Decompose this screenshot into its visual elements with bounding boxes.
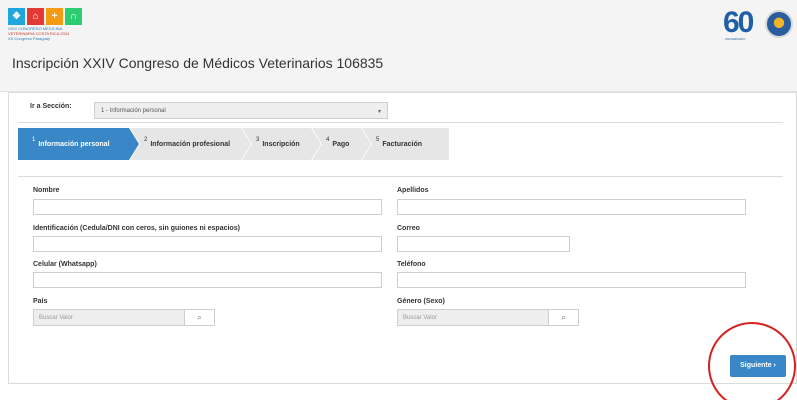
search-icon[interactable]: ⌕ xyxy=(548,310,578,325)
caret-down-icon: ▾ xyxy=(377,109,381,115)
section-select[interactable]: 1 - Información personal ▾ xyxy=(94,102,388,119)
apellidos-input[interactable] xyxy=(397,199,746,215)
pais-search-placeholder: Buscar Valor xyxy=(39,315,73,321)
wizard-step-registration[interactable]: 3 Inscripción xyxy=(242,128,322,160)
wizard-step-label: Pago xyxy=(332,140,350,148)
wizard-step-label: Inscripción xyxy=(262,140,300,148)
nombre-input[interactable] xyxy=(33,199,382,215)
celular-input[interactable] xyxy=(33,272,382,288)
paw-icon: ❖ xyxy=(8,8,25,25)
next-button[interactable]: Siguiente › xyxy=(730,355,786,377)
search-icon[interactable]: ⌕ xyxy=(184,310,214,325)
divider xyxy=(18,122,783,123)
section-label: Ir a Sección: xyxy=(30,103,72,110)
identificacion-label: Identificación (Cedula/DNI con ceros, si… xyxy=(33,225,240,232)
genero-search-placeholder: Buscar Valor xyxy=(403,315,437,321)
wizard-step-label: Facturación xyxy=(382,140,423,148)
genero-label: Género (Sexo) xyxy=(397,298,445,305)
identificacion-input[interactable] xyxy=(33,236,382,252)
wizard-step-label: Información profesional xyxy=(150,140,231,148)
section-select-value: 1 - Información personal xyxy=(101,108,166,114)
seal-icon xyxy=(765,10,793,38)
pais-search[interactable]: Buscar Valor ⌕ xyxy=(33,309,215,326)
congress-logo: ❖ ⌂ + ∩ XXIV CONGRESO MEDICINA VETERINAR… xyxy=(8,8,88,44)
wizard-step-professional[interactable]: 2 Información profesional xyxy=(130,128,252,160)
site-header: ❖ ⌂ + ∩ XXIV CONGRESO MEDICINA VETERINAR… xyxy=(0,0,797,92)
correo-label: Correo xyxy=(397,225,420,232)
anniversary-caption: ANIVERSARIO xyxy=(725,37,746,41)
pais-label: País xyxy=(33,298,48,305)
wizard-step-label: Información personal xyxy=(38,140,110,148)
wizard-step-personal[interactable]: 1 Información personal xyxy=(18,128,140,160)
anniversary-logo: 60 ANIVERSARIO xyxy=(723,8,793,42)
anniversary-number: 60 xyxy=(723,6,754,39)
telefono-input[interactable] xyxy=(397,272,746,288)
telefono-label: Teléfono xyxy=(397,261,426,268)
wizard-step-billing[interactable]: 5 Facturación xyxy=(362,128,450,160)
page-title: Inscripción XXIV Congreso de Médicos Vet… xyxy=(12,55,384,71)
apellidos-label: Apellidos xyxy=(397,187,429,194)
logo-caption: XXIV CONGRESO MEDICINA VETERINARIA COSTA… xyxy=(8,26,70,41)
celular-label: Celular (Whatsapp) xyxy=(33,261,97,268)
house-icon: ⌂ xyxy=(27,8,44,25)
nombre-label: Nombre xyxy=(33,187,60,194)
cross-icon: + xyxy=(46,8,63,25)
correo-input[interactable] xyxy=(397,236,570,252)
wizard-steps: 1 Información personal 2 Información pro… xyxy=(18,128,450,160)
horseshoe-icon: ∩ xyxy=(65,8,82,25)
genero-search[interactable]: Buscar Valor ⌕ xyxy=(397,309,579,326)
